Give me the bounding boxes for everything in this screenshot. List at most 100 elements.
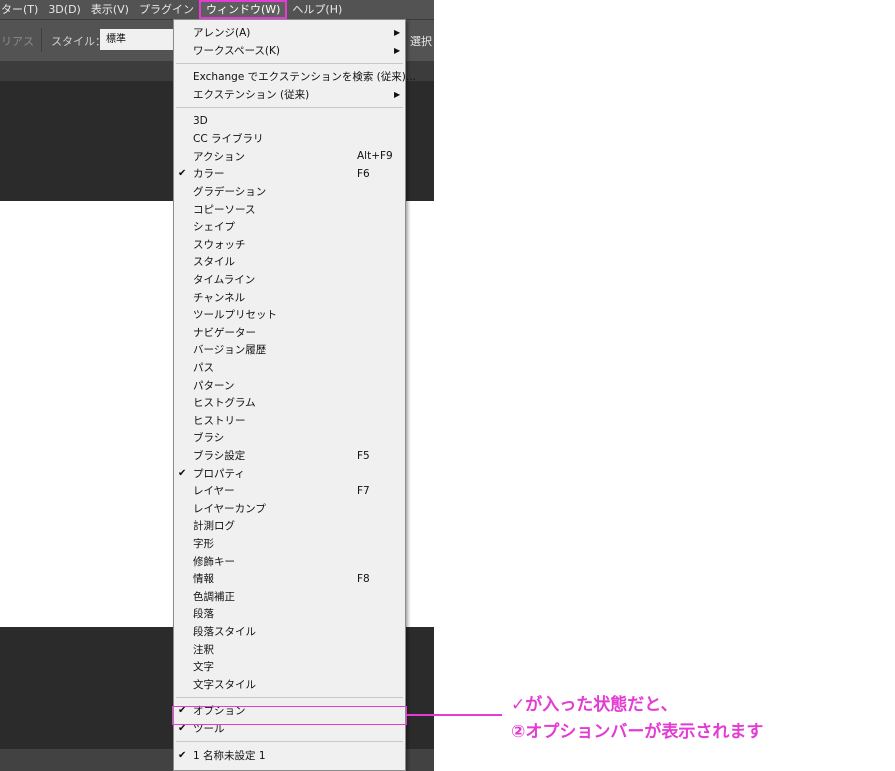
annotation-line-1: ✓が入った状態だと、 [511,695,678,715]
menu-item-label: コピーソース [193,203,256,216]
menu-item-label: ブラシ設定 [193,450,246,463]
window-menu-item[interactable]: スタイル [174,253,405,271]
window-menu-item[interactable]: 注釈 [174,640,405,658]
menu-item-0[interactable]: ター(T) [0,0,43,19]
window-menu-item[interactable]: CC ライブラリ [174,130,405,148]
window-menu-item[interactable]: ワークスペース(K) ▶ [174,42,405,60]
menu-item-1[interactable]: 3D(D) [43,0,86,19]
window-menu-item[interactable]: 文字 [174,658,405,676]
window-menu-item[interactable]: 情報 F8 [174,570,405,588]
window-menu-item[interactable]: ✔ 1 名称未設定 1 [174,746,405,764]
menu-separator [176,741,403,743]
style-select[interactable]: 標準 [100,29,175,50]
menu-item-label: ブラシ [193,432,225,445]
window-menu-item[interactable]: ✔ プロパティ [174,464,405,482]
menu-item-label: ナビゲーター [193,326,256,339]
window-menu-item[interactable]: レイヤー F7 [174,482,405,500]
menu-item-label: シェイプ [193,221,235,234]
menu-item-label: 修飾キー [193,555,235,568]
window-menu-item[interactable]: スウォッチ [174,236,405,254]
menu-item-label: 文字 [193,661,214,674]
menu-item-label: バージョン履歴 [193,344,267,357]
window-menu-item[interactable]: ヒストグラム [174,394,405,412]
callout-line [407,714,502,716]
menu-item-label: 字形 [193,538,214,551]
window-menu-item[interactable]: バージョン履歴 [174,341,405,359]
menu-item-label: カラー [193,168,225,181]
menu-item-label: グラデーション [193,186,267,199]
submenu-arrow-icon: ▶ [394,45,401,55]
window-menu-item[interactable]: ツールプリセット [174,306,405,324]
menu-item-3[interactable]: プラグイン [134,0,199,19]
window-menu-item[interactable]: ✔ カラー F6 [174,165,405,183]
menu-item-label: CC ライブラリ [193,133,264,146]
window-menu-item[interactable]: Exchange でエクステンションを検索 (従来)... [174,68,416,86]
window-menu-item[interactable]: 3D [174,112,405,130]
checkmark-icon: ✔ [178,168,187,180]
menu-item-4[interactable]: ウィンドウ(W) [198,0,288,19]
menu-item-label: アレンジ(A) [193,27,251,40]
select-button[interactable]: 選択 [410,33,432,49]
window-menu-item[interactable]: パターン [174,376,405,394]
menu-item-label: アクション [193,150,245,163]
checkmark-icon: ✔ [178,467,187,479]
anti-alias-label: リアス [1,35,34,48]
window-menu-item[interactable]: 計測ログ [174,517,405,535]
window-menu-dropdown: アレンジ(A) ▶ ワークスペース(K) ▶ Exchange でエクステンションを検索… [173,19,416,771]
window-menu-item[interactable]: 色調補正 [174,588,405,606]
menu-item-label: ツールプリセット [193,309,277,322]
window-menu-item[interactable]: エクステンション (従来) ▶ [174,86,405,104]
menu-separator [176,63,403,65]
window-menu-item[interactable]: アクション Alt+F9 [174,148,405,166]
window-menu-item[interactable]: チャンネル [174,288,405,306]
menu-item-label: スタイル [193,256,235,269]
menu-item-label: パターン [193,379,235,392]
window-menu-item[interactable]: 文字スタイル [174,676,405,694]
menu-item-label: エクステンション (従来) [193,89,310,102]
window-menu-item[interactable]: シェイプ [174,218,405,236]
menu-item-label: プロパティ [193,467,245,480]
annotation-text: ✓が入った状態だと、 ②オプションバーが表示されます [511,692,763,746]
menu-item-label: ヒストグラム [193,397,256,410]
menu-separator [176,107,403,109]
window-menu-item[interactable]: レイヤーカンプ [174,500,405,518]
menu-item-label: ヒストリー [193,414,246,427]
menu-item-5[interactable]: ヘルプ(H) [287,0,347,19]
window-menu-item[interactable]: 字形 [174,535,405,553]
menu-item-label: レイヤー [193,485,235,498]
menu-item-label: 情報 [193,573,214,586]
menu-item-shortcut: Alt+F9 [357,150,393,163]
window-menu-item[interactable]: タイムライン [174,271,405,289]
window-menu-item[interactable]: 修飾キー [174,552,405,570]
annotation-line-2: ②オプションバーが表示されます [511,722,764,742]
window-menu-item[interactable]: ヒストリー [174,412,405,430]
menu-item-shortcut: F6 [357,167,370,180]
menu-item-2[interactable]: 表示(V) [86,0,134,19]
menu-bar: ター(T) 3D(D) 表示(V) プラグイン ウィンドウ(W) ヘルプ(H) [0,0,434,19]
menu-item-label: 3D [193,115,208,128]
window-menu-item[interactable]: パス [174,359,405,377]
menu-item-label: 色調補正 [193,590,235,603]
window-menu-item[interactable]: ブラシ設定 F5 [174,447,405,465]
menu-item-label: スウォッチ [193,238,246,251]
menu-item-label: 文字スタイル [193,678,256,691]
menu-item-label: 計測ログ [193,520,235,533]
window-menu-item[interactable]: コピーソース [174,200,405,218]
window-menu-item[interactable]: アレンジ(A) ▶ [174,24,405,42]
menu-item-label: パス [193,362,214,375]
menu-item-label: Exchange でエクステンションを検索 (従来)... [193,71,416,84]
window-menu-item[interactable]: ブラシ [174,429,405,447]
menu-item-label: 段落 [193,608,214,621]
menu-item-label: 段落スタイル [193,626,256,639]
window-menu-item[interactable]: 段落スタイル [174,623,405,641]
window-menu-item[interactable]: グラデーション [174,183,405,201]
window-menu-item[interactable]: ナビゲーター [174,324,405,342]
menu-item-label: レイヤーカンプ [193,502,266,515]
window-menu-item[interactable]: 段落 [174,605,405,623]
menu-item-shortcut: F5 [357,449,370,462]
menu-item-label: 1 名称未設定 1 [193,749,266,762]
options-highlight-box [172,706,407,725]
options-divider [41,28,42,52]
menu-item-label: ワークスペース(K) [193,44,281,57]
submenu-arrow-icon: ▶ [394,28,401,38]
